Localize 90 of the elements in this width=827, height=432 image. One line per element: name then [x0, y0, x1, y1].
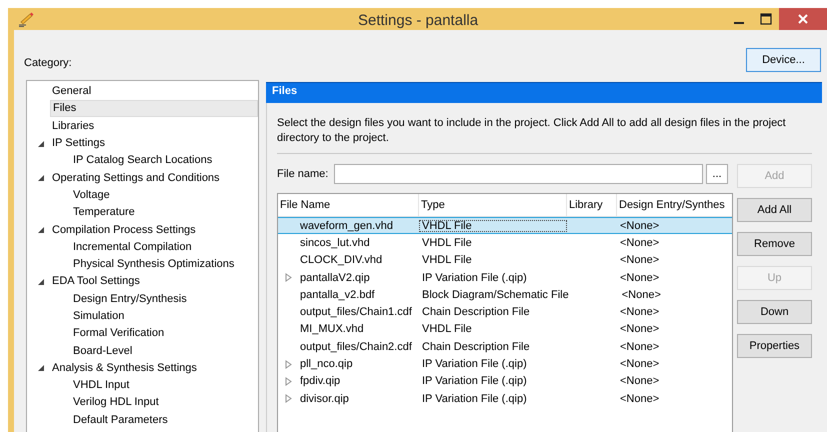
tree-item[interactable]: Default Parameters — [71, 412, 170, 429]
description-text: Select the design files you want to include in the project. Click Add All to add all design files in the project directory to the project. — [277, 116, 787, 146]
table-row[interactable]: divisor.qip IP Variation File (.qip) <None> — [278, 390, 732, 408]
design-entry-cell-text: <None> — [619, 375, 660, 388]
tree-item[interactable]: Physical Synthesis Optimizations — [71, 256, 236, 274]
table-row[interactable]: waveform_gen.vhd VHDL File <None> — [278, 217, 732, 234]
tree-item[interactable]: Design Entry/Synthesis — [71, 290, 189, 308]
expand-arrow-icon[interactable] — [37, 140, 45, 148]
design-entry-cell-text: <None> — [620, 288, 662, 301]
table-row[interactable]: fpdiv.qip IP Variation File (.qip) <None> — [278, 372, 732, 390]
category-label: Category: — [24, 57, 72, 69]
table-row[interactable]: pantallaV2.qip IP Variation File (.qip) <None> — [278, 268, 732, 286]
design-entry-cell-text: <None> — [619, 272, 660, 284]
file-name-cell-text: fpdiv.qip — [300, 375, 342, 388]
tree-item[interactable]: Verilog HDL Input — [71, 394, 161, 412]
file-name-cell-text: waveform_gen.vhd — [300, 220, 394, 232]
panel-header: Files — [266, 82, 822, 103]
close-icon — [797, 13, 809, 25]
type-cell-text: VHDL File — [421, 323, 473, 336]
file-name-field[interactable] — [334, 164, 703, 184]
action-button[interactable]: Properties — [737, 334, 812, 358]
expand-arrow-icon[interactable] — [37, 364, 45, 372]
tree-item[interactable]: VHDL Input — [71, 377, 132, 394]
tree-item[interactable]: Board-Level — [71, 342, 134, 360]
tree-item[interactable]: Analysis & Synthesis Settings — [50, 360, 199, 377]
table-row[interactable]: pll_nco.qip IP Variation File (.qip) <None> — [278, 355, 732, 373]
tree-item[interactable]: Formal Verification — [71, 325, 166, 342]
action-button[interactable]: Remove — [737, 232, 812, 256]
action-button[interactable]: Down — [737, 300, 812, 324]
device-button[interactable]: Device... — [746, 48, 821, 72]
tree-item[interactable]: Libraries — [50, 118, 96, 135]
file-name-cell-text: output_files/Chain1.cdf — [300, 306, 413, 318]
file-name-cell-text: pll_nco.qip — [300, 358, 354, 370]
expand-arrow-icon[interactable] — [37, 278, 45, 286]
file-name-label: File name: — [277, 168, 330, 180]
type-cell-text: VHDL File — [421, 236, 473, 249]
type-cell: VHDL File — [419, 220, 567, 232]
file-name-cell-text: pantallaV2.qip — [300, 272, 371, 284]
table-row[interactable]: pantalla_v2.bdf Block Diagram/Schematic File <None> — [278, 286, 732, 304]
tree-item[interactable]: Simulation — [71, 308, 126, 325]
table-row[interactable]: CLOCK_DIV.vhd VHDL File <None> — [278, 252, 732, 269]
type-cell-text: IP Variation File (.qip) — [421, 375, 528, 388]
tree-item[interactable]: Operating Settings and Conditions — [50, 170, 222, 187]
tree-item[interactable]: Files — [50, 100, 258, 118]
file-name-cell-text: pantalla_v2.bdf — [300, 288, 376, 301]
design-entry-cell-text: <None> — [619, 392, 660, 405]
expand-arrow-icon[interactable] — [37, 226, 45, 234]
close-button[interactable] — [779, 8, 827, 30]
file-name-cell-text: CLOCK_DIV.vhd — [300, 254, 384, 266]
file-name-cell-text: output_files/Chain2.cdf — [300, 340, 413, 353]
tree-item[interactable]: Incremental Compilation — [71, 238, 194, 256]
tree-item[interactable]: General — [50, 83, 94, 100]
pencil-icon — [18, 11, 36, 27]
minimize-icon — [734, 22, 744, 24]
column-header[interactable]: Design Entry/Synthes — [617, 194, 732, 216]
type-cell-text: VHDL File — [421, 254, 473, 266]
type-cell-text: IP Variation File (.qip) — [421, 392, 528, 405]
column-header[interactable]: Type — [419, 194, 567, 216]
tree-item[interactable]: IP Settings — [50, 135, 107, 152]
design-entry-cell-text: <None> — [619, 254, 660, 266]
design-entry-cell-text: <None> — [619, 358, 660, 370]
file-name-cell-text: divisor.qip — [300, 392, 350, 405]
type-cell-text: Chain Description File — [421, 306, 531, 318]
type-cell-text: Chain Description File — [421, 340, 531, 353]
column-header[interactable]: Library — [567, 194, 617, 216]
table-row[interactable]: output_files/Chain2.cdf Chain Description File <None> — [278, 338, 732, 356]
tree-item[interactable]: EDA Tool Settings — [50, 273, 142, 290]
table-row[interactable]: output_files/Chain1.cdf Chain Description File <None> — [278, 303, 732, 321]
design-entry-cell-text: <None> — [619, 323, 660, 336]
design-entry-cell-text: <None> — [619, 340, 660, 353]
type-cell-text: IP Variation File (.qip) — [421, 358, 528, 370]
table-row[interactable]: MI_MUX.vhd VHDL File <None> — [278, 320, 732, 338]
design-entry-cell-text: <None> — [619, 220, 660, 232]
table-row[interactable]: sincos_lut.vhd VHDL File <None> — [278, 234, 732, 252]
type-cell-text: IP Variation File (.qip) — [421, 272, 528, 284]
window-title: Settings - pantalla — [358, 12, 478, 28]
tree-item[interactable]: Voltage — [71, 186, 112, 204]
tree-item[interactable]: Compilation Process Settings — [50, 222, 198, 239]
tree-item[interactable]: IP Catalog Search Locations — [71, 152, 214, 170]
tree-item[interactable]: Temperature — [71, 204, 137, 222]
maximize-icon — [760, 13, 772, 25]
design-entry-cell-text: <None> — [619, 306, 660, 318]
file-name-cell-text: MI_MUX.vhd — [300, 323, 365, 336]
action-button[interactable]: Add All — [737, 198, 812, 222]
file-name-cell-text: sincos_lut.vhd — [300, 236, 371, 249]
column-header[interactable]: File Name — [278, 194, 419, 216]
browse-button[interactable]: ... — [706, 164, 728, 184]
design-entry-cell-text: <None> — [619, 236, 660, 249]
expand-arrow-icon[interactable] — [37, 174, 45, 182]
type-cell-text: Block Diagram/Schematic File — [421, 288, 569, 301]
